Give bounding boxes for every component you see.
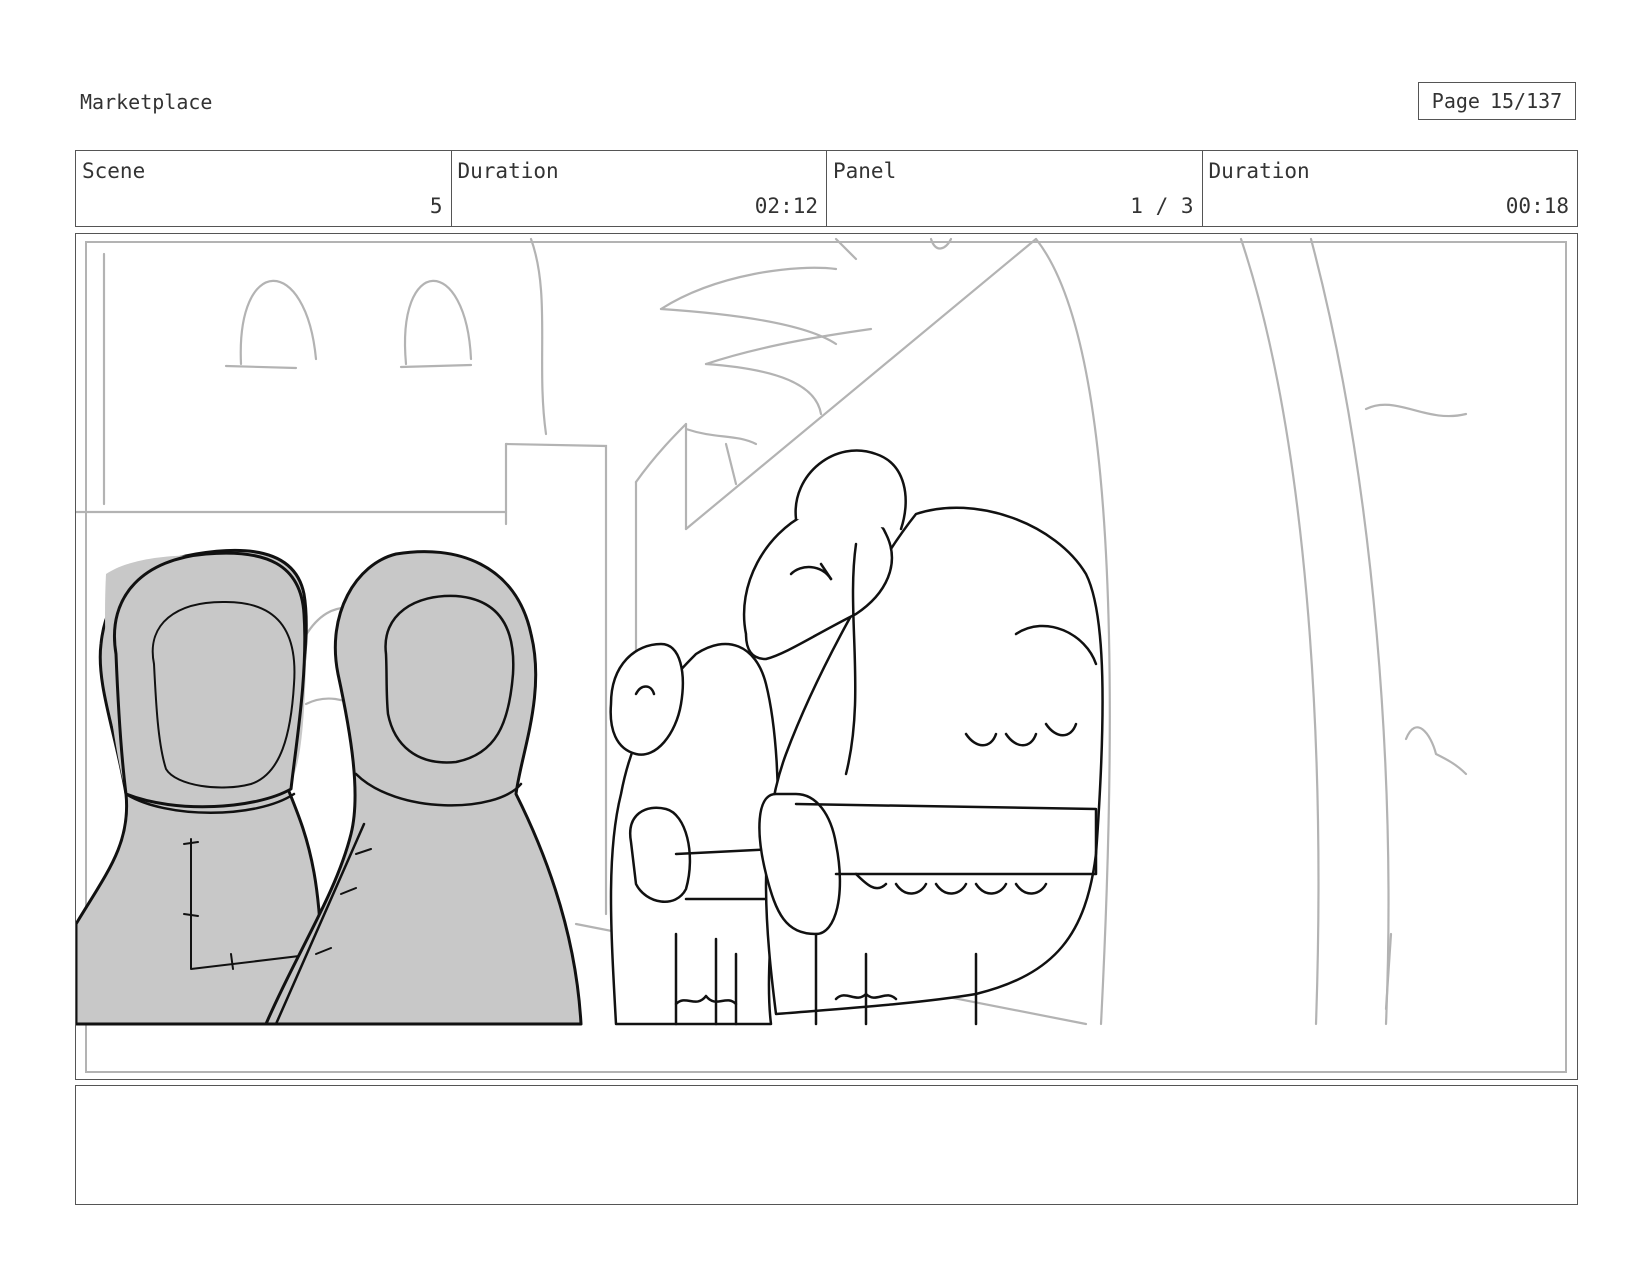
panel-cell: Panel 1 / 3 [827,151,1203,226]
panel-sketch [76,237,1567,1073]
scene-number: 5 [429,194,443,218]
storyboard-panel [75,233,1578,1080]
left-hooded-figure [76,548,324,1026]
scene-duration-value: 02:12 [754,194,818,218]
panel-number: 1 / 3 [1130,194,1194,218]
page-number: 15/137 [1489,89,1563,113]
panel-duration-label: Duration [1208,159,1310,183]
large-serpent-creature [742,449,1104,1026]
project-title: Marketplace [80,90,213,114]
panel-label: Panel [833,159,897,183]
panel-info-row: Scene 5 Duration 02:12 Panel 1 / 3 Durat… [75,150,1578,227]
scene-duration-cell: Duration 02:12 [452,151,827,226]
scene-duration-label: Duration [457,159,559,183]
panel-notes [75,1085,1578,1205]
scene-label: Scene [82,159,146,183]
panel-duration-value: 00:18 [1505,194,1569,218]
panel-duration-cell: Duration 00:18 [1203,151,1578,226]
scene-cell: Scene 5 [76,151,452,226]
small-serpent-creature [609,642,780,1026]
center-hooded-figure [264,550,583,1026]
page-indicator: Page 15/137 [1418,82,1576,120]
page-label: Page [1431,89,1480,113]
